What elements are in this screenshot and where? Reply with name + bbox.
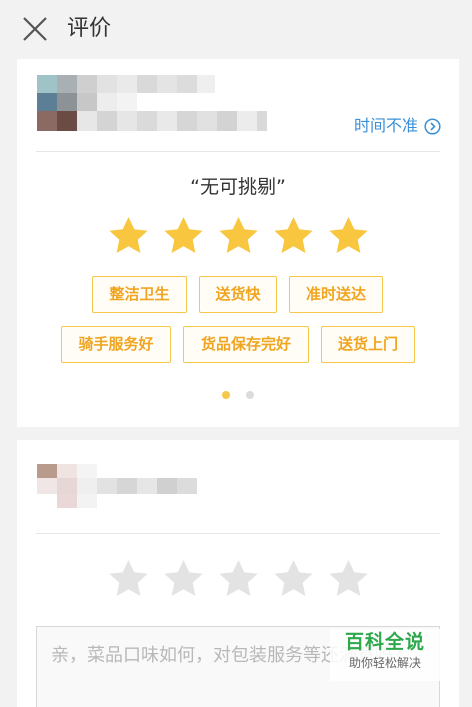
- page-title: 评价: [67, 16, 112, 41]
- top-bar: 评价: [0, 0, 472, 58]
- divider: [36, 533, 440, 534]
- delivery-star-rating: [17, 215, 459, 258]
- close-icon[interactable]: [22, 16, 48, 42]
- tag-fast-delivery[interactable]: 送货快: [199, 276, 277, 313]
- tag-on-time[interactable]: 准时送达: [289, 276, 383, 313]
- watermark-logo: 百科全说 助你轻松解决: [330, 629, 440, 681]
- tag-goods-preserved[interactable]: 货品保存完好: [183, 326, 309, 363]
- star-icon[interactable]: [162, 215, 205, 258]
- chevron-right-circle-icon: [424, 117, 441, 135]
- star-icon[interactable]: [272, 215, 315, 258]
- tag-clean[interactable]: 整洁卫生: [92, 276, 187, 313]
- watermark-subtitle: 助你轻松解决: [348, 656, 421, 670]
- store-avatar-blurred: [37, 464, 197, 508]
- star-icon[interactable]: [107, 215, 150, 258]
- star-icon[interactable]: [217, 558, 260, 601]
- rating-description: “无可挑剔”: [190, 176, 286, 198]
- star-icon[interactable]: [107, 558, 150, 601]
- star-icon[interactable]: [272, 558, 315, 601]
- watermark-title: 百科全说: [344, 631, 425, 653]
- tag-door-delivery[interactable]: 送货上门: [321, 326, 415, 363]
- rider-avatar-blurred: [37, 75, 277, 135]
- tag-good-rider-service[interactable]: 骑手服务好: [61, 326, 171, 363]
- store-star-rating: [17, 558, 459, 601]
- delivery-rating-card: 时间不准 “无可挑剔” 整洁卫生 送货快 准时送达 骑手服务好 货品保存完好 送…: [17, 59, 459, 427]
- time-link-label: 时间不准: [353, 116, 418, 135]
- divider: [36, 151, 440, 152]
- star-icon[interactable]: [162, 558, 205, 601]
- page-indicator: [17, 391, 459, 399]
- time-inaccurate-link[interactable]: 时间不准: [354, 114, 441, 138]
- star-icon[interactable]: [217, 215, 260, 258]
- page-dot-active: [222, 391, 230, 399]
- star-icon[interactable]: [327, 215, 370, 258]
- star-icon[interactable]: [327, 558, 370, 601]
- page-dot: [246, 391, 254, 399]
